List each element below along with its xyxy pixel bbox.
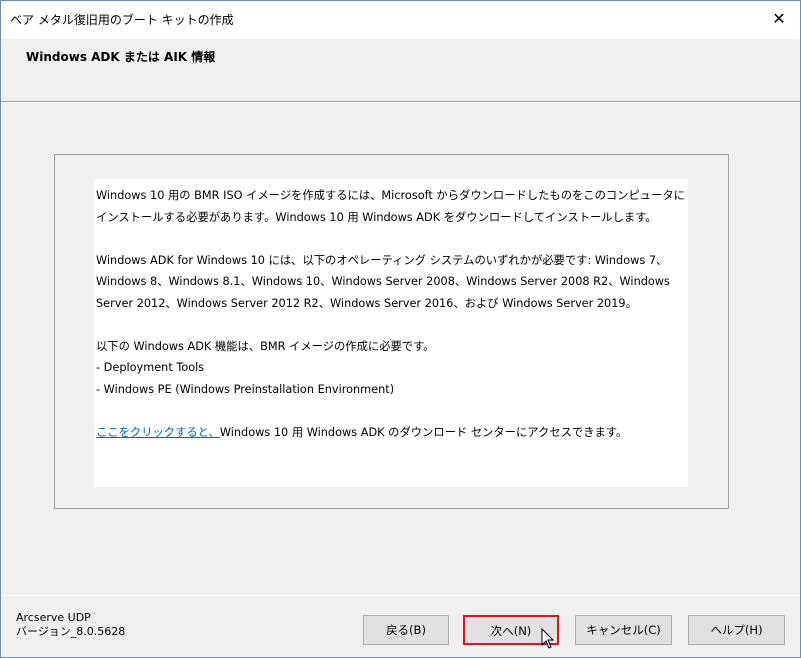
info-content: Windows 10 用の BMR ISO イメージを作成するには、Micros… xyxy=(94,179,688,487)
divider xyxy=(1,102,800,103)
features-text: 以下の Windows ADK 機能は、BMR イメージの作成に必要です。 xyxy=(96,339,435,353)
header: Windows ADK または AIK 情報 xyxy=(1,39,800,103)
download-link[interactable]: ここをクリックすると、 xyxy=(96,426,220,439)
download-text: Windows 10 用 Windows ADK のダウンロード センターにアク… xyxy=(219,425,628,439)
window-title: ベア メタル復旧用のブート キットの作成 xyxy=(10,13,234,27)
page-title: Windows ADK または AIK 情報 xyxy=(26,50,216,64)
os-requirements-text: Windows ADK for Windows 10 には、以下のオペレーティン… xyxy=(96,253,670,310)
divider xyxy=(1,595,800,596)
intro-text: Windows 10 用の BMR ISO イメージを作成するには、Micros… xyxy=(96,189,685,224)
back-button[interactable]: 戻る(B) xyxy=(363,615,449,645)
mouse-cursor-icon xyxy=(541,628,555,649)
help-button[interactable]: ヘルプ(H) xyxy=(688,615,785,645)
product-version: バージョン_8.0.5628 xyxy=(16,625,126,638)
info-panel: Windows 10 用の BMR ISO イメージを作成するには、Micros… xyxy=(54,154,729,509)
cancel-button[interactable]: キャンセル(C) xyxy=(575,615,672,645)
product-info: Arcserve UDP バージョン_8.0.5628 xyxy=(16,611,125,639)
feature-item: - Deployment Tools xyxy=(96,361,205,374)
close-icon[interactable]: ✕ xyxy=(764,5,794,33)
feature-item: - Windows PE (Windows Preinstallation En… xyxy=(96,382,395,396)
download-line: ここをクリックすると、Windows 10 用 Windows ADK のダウン… xyxy=(96,422,686,444)
product-name: Arcserve UDP xyxy=(16,611,91,624)
title-bar: ベア メタル復旧用のブート キットの作成 ✕ xyxy=(1,1,800,39)
